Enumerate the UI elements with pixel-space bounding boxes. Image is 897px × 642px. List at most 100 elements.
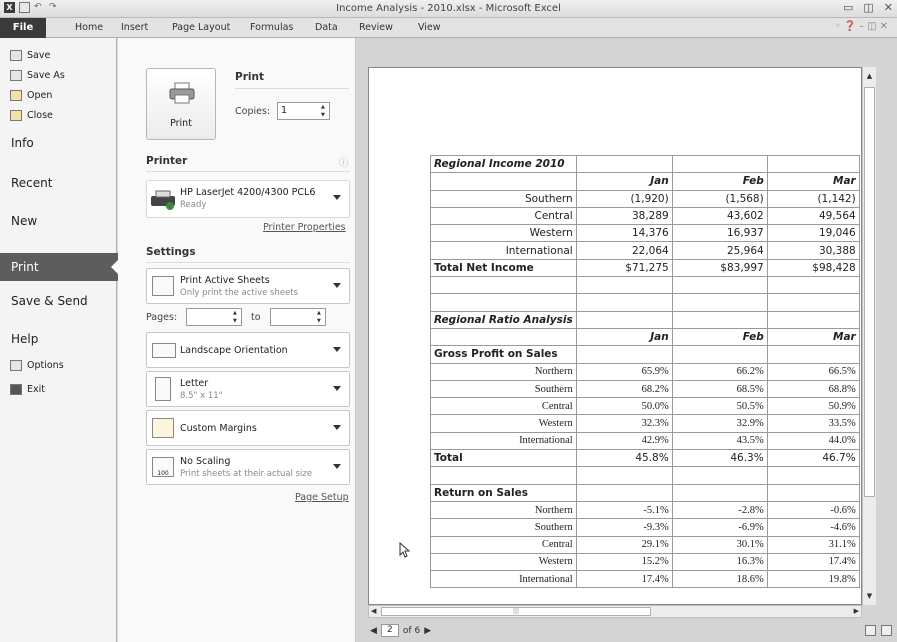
gross-profit-value: 50.0% — [575, 397, 673, 416]
return-value: 15.2% — [575, 552, 673, 572]
return-value: 29.1% — [575, 535, 673, 554]
nav-recent[interactable]: Recent — [11, 176, 52, 190]
options-icon — [10, 360, 22, 371]
empty-cell — [766, 276, 860, 295]
print-what-dropdown[interactable]: Print Active Sheets Only print the activ… — [146, 268, 350, 304]
scaling-label: No Scaling — [180, 456, 231, 467]
save-as-icon — [10, 70, 22, 81]
tab-view[interactable]: View — [418, 22, 441, 33]
return-value: -2.8% — [671, 500, 768, 520]
scroll-right-icon[interactable]: ▶ — [854, 606, 859, 617]
region-label: Western — [430, 224, 577, 243]
minimize-icon[interactable]: ▭ — [843, 1, 853, 14]
close-icon[interactable]: ✕ — [884, 1, 893, 14]
empty-cell — [575, 276, 673, 295]
gross-profit-value: 68.8% — [766, 379, 860, 399]
orientation-dropdown[interactable]: Landscape Orientation — [146, 332, 350, 368]
preview-table: Regional Income 2010 Jan Feb Mar Southern (1,… — [430, 154, 860, 589]
next-page-icon[interactable]: ▶ — [424, 626, 431, 636]
print-button[interactable]: Print — [146, 68, 216, 140]
page-navigation: ◀ 2 of 6 ▶ — [370, 624, 431, 637]
printer-dropdown[interactable]: HP LaserJet 4200/4300 PCL6 Ready — [146, 180, 350, 218]
margins-dropdown[interactable]: Custom Margins — [146, 410, 350, 446]
vertical-scroll-thumb[interactable] — [864, 87, 875, 497]
income-value: 25,964 — [671, 241, 768, 260]
nav-new[interactable]: New — [11, 214, 37, 228]
tab-page-layout[interactable]: Page Layout — [172, 22, 230, 33]
scaling-sub: Print sheets at their actual size — [180, 469, 313, 479]
scroll-left-icon[interactable]: ◀ — [371, 606, 376, 617]
return-value: 31.1% — [766, 535, 860, 554]
spacer-row — [430, 293, 860, 312]
region-label: Southern — [430, 518, 577, 537]
scroll-up-icon[interactable]: ▲ — [863, 69, 876, 83]
pages-label: Pages: — [146, 312, 178, 323]
copies-label: Copies: — [235, 106, 271, 117]
show-margins-icon[interactable] — [865, 625, 876, 636]
print-settings-pane: Print Print Copies: 1 Printer ⓘ HP Laser… — [118, 38, 356, 642]
exit-command[interactable]: Exit — [10, 384, 45, 395]
print-divider — [235, 88, 349, 89]
income-value: (1,568) — [671, 189, 768, 208]
printer-heading: Printer — [146, 155, 188, 167]
region-label: Southern — [430, 189, 577, 208]
zoom-to-page-icon[interactable] — [881, 625, 892, 636]
region-label: International — [430, 431, 577, 451]
vertical-scrollbar[interactable]: ▲ ▼ — [862, 67, 876, 605]
help-icon[interactable]: ◦❓–◫✕ — [835, 21, 891, 32]
nav-save-send[interactable]: Save & Send — [11, 294, 88, 308]
region-label: International — [430, 241, 577, 260]
income-value: 14,376 — [575, 224, 673, 243]
scaling-icon-text: 100 — [157, 470, 169, 477]
open-command[interactable]: Open — [10, 90, 52, 101]
empty-cell — [575, 310, 673, 329]
close-command[interactable]: Close — [10, 110, 53, 121]
tab-data[interactable]: Data — [315, 22, 338, 33]
save-command[interactable]: Save — [10, 50, 50, 61]
gross-profit-value: 33.5% — [766, 414, 860, 433]
page-count: of 6 — [402, 625, 421, 636]
previous-page-icon[interactable]: ◀ — [370, 626, 377, 636]
horizontal-scrollbar[interactable]: ◀ ||| ▶ — [368, 605, 862, 618]
printer-icon — [169, 82, 195, 104]
folder-close-icon — [10, 110, 22, 121]
options-command[interactable]: Options — [10, 360, 64, 371]
tab-file[interactable]: File — [0, 18, 46, 38]
current-page-input[interactable]: 2 — [380, 624, 399, 637]
return-row: Central 29.1% 30.1% 31.1% — [430, 535, 860, 554]
total-net-income-value: $71,275 — [575, 258, 673, 278]
paper-size-dropdown[interactable]: Letter 8.5" x 11" — [146, 371, 350, 407]
save-as-command[interactable]: Save As — [10, 70, 65, 81]
nav-help[interactable]: Help — [11, 332, 38, 346]
mouse-cursor-icon — [399, 542, 411, 558]
scaling-dropdown[interactable]: 100 No Scaling Print sheets at their act… — [146, 449, 350, 485]
page-setup-link[interactable]: Page Setup — [295, 492, 349, 503]
tab-formulas[interactable]: Formulas — [250, 22, 293, 33]
empty-cell — [430, 172, 577, 191]
nav-print[interactable]: Print — [0, 253, 119, 281]
pages-from-stepper[interactable] — [186, 308, 242, 326]
nav-info[interactable]: Info — [11, 136, 34, 150]
maximize-icon[interactable]: ◫ — [863, 1, 873, 14]
tab-insert[interactable]: Insert — [121, 22, 148, 33]
return-row: Northern -5.1% -2.8% -0.6% — [430, 500, 860, 520]
month-header: Mar — [766, 327, 860, 347]
horizontal-scroll-thumb[interactable]: ||| — [381, 607, 651, 616]
empty-cell — [671, 293, 768, 312]
income-value: 16,937 — [671, 224, 768, 243]
gross-profit-row: International 42.9% 43.5% 44.0% — [430, 431, 860, 451]
info-icon[interactable]: ⓘ — [339, 155, 349, 169]
empty-cell — [430, 327, 577, 347]
gross-profit-row: Southern 68.2% 68.5% 68.8% — [430, 379, 860, 399]
printer-properties-link[interactable]: Printer Properties — [263, 222, 346, 233]
printer-status: Ready — [180, 200, 207, 210]
pages-to-stepper[interactable] — [270, 308, 326, 326]
income-value: 22,064 — [575, 241, 673, 260]
printer-device-icon — [151, 190, 175, 210]
tab-review[interactable]: Review — [359, 22, 393, 33]
scroll-down-icon[interactable]: ▼ — [863, 589, 876, 603]
save-icon — [10, 50, 22, 61]
tab-home[interactable]: Home — [75, 22, 103, 33]
gross-profit-value: 32.9% — [671, 414, 768, 433]
copies-stepper[interactable]: 1 — [277, 102, 330, 120]
